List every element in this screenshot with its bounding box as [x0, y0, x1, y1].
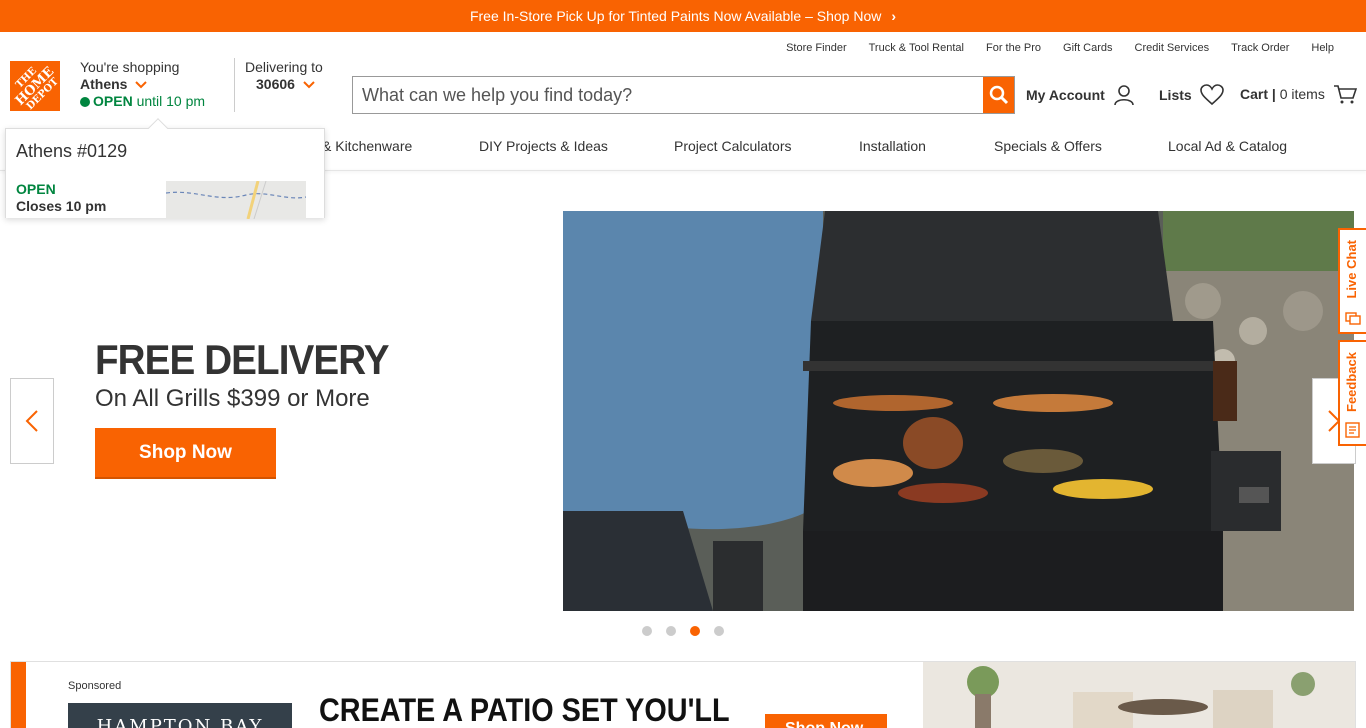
- store-selector[interactable]: You're shopping Athens OPEN until 10 pm: [80, 59, 205, 110]
- open-status-dot: [80, 97, 90, 107]
- carousel-dots: [642, 626, 724, 636]
- header-divider: [234, 58, 235, 112]
- cart-label: Cart |: [1240, 86, 1276, 102]
- patio-set-image[interactable]: [923, 662, 1355, 728]
- home-depot-logo[interactable]: THE HOME DEPOT: [10, 61, 61, 112]
- popover-closing-time: Closes 10 pm: [16, 198, 107, 214]
- grill-hero-image[interactable]: [563, 211, 1354, 611]
- store-label: You're shopping: [80, 59, 180, 75]
- carousel-dot-active[interactable]: [690, 626, 700, 636]
- search-input[interactable]: [353, 77, 983, 113]
- nav-project-calculators[interactable]: Project Calculators: [674, 138, 792, 154]
- delivery-zip-selector[interactable]: Delivering to 30606: [245, 59, 323, 93]
- open-label: OPEN: [93, 93, 133, 109]
- sponsored-headline: CREATE A PATIO SET YOU'LL: [319, 692, 730, 728]
- hero-subtitle: On All Grills $399 or More: [95, 385, 370, 412]
- nav-local-ad[interactable]: Local Ad & Catalog: [1168, 138, 1287, 154]
- util-store-finder[interactable]: Store Finder: [786, 42, 847, 54]
- popover-pointer: [148, 118, 168, 138]
- promo-banner[interactable]: Free In-Store Pick Up for Tinted Paints …: [0, 0, 1366, 32]
- lists-link[interactable]: Lists: [1159, 84, 1224, 106]
- hero-shop-now-button[interactable]: Shop Now: [95, 428, 276, 479]
- hampton-bay-logo: HAMPTON BAY: [68, 703, 292, 728]
- store-hours: until 10 pm: [136, 93, 206, 109]
- popover-store-name[interactable]: Athens #0129: [16, 141, 127, 162]
- live-chat-tab[interactable]: Live Chat: [1338, 228, 1366, 334]
- store-popover: Athens #0129 OPEN Closes 10 pm: [5, 118, 325, 219]
- popover-status: OPEN: [16, 181, 56, 197]
- hero-title: FREE DELIVERY: [95, 336, 390, 383]
- sponsored-accent-bar: [11, 662, 26, 728]
- util-truck-rental[interactable]: Truck & Tool Rental: [869, 42, 964, 54]
- search-button[interactable]: [983, 77, 1014, 113]
- util-help[interactable]: Help: [1311, 42, 1334, 54]
- user-icon: [1114, 85, 1134, 106]
- chat-icon: [1345, 312, 1361, 325]
- chevron-right-icon: ›: [891, 8, 897, 24]
- cart-count: 0 items: [1279, 86, 1325, 102]
- my-account-link[interactable]: My Account: [1026, 84, 1135, 106]
- feedback-form-icon: [1345, 422, 1360, 438]
- nav-specials-offers[interactable]: Specials & Offers: [994, 138, 1102, 154]
- feedback-tab[interactable]: Feedback: [1338, 340, 1366, 446]
- my-account-label: My Account: [1026, 87, 1105, 103]
- heart-icon: [1199, 84, 1224, 106]
- chevron-down-icon[interactable]: [135, 81, 148, 89]
- util-gift-cards[interactable]: Gift Cards: [1063, 42, 1113, 54]
- live-chat-label: Live Chat: [1344, 240, 1359, 299]
- store-city[interactable]: Athens: [80, 76, 127, 92]
- util-track-order[interactable]: Track Order: [1231, 42, 1289, 54]
- lists-label: Lists: [1159, 87, 1192, 103]
- delivery-label: Delivering to: [245, 59, 323, 75]
- carousel-dot[interactable]: [714, 626, 724, 636]
- carousel-dot[interactable]: [642, 626, 652, 636]
- store-map-thumbnail[interactable]: [166, 181, 306, 219]
- chevron-left-icon: [25, 410, 38, 432]
- promo-text[interactable]: Free In-Store Pick Up for Tinted Paints …: [470, 8, 881, 24]
- nav-installation[interactable]: Installation: [859, 138, 926, 154]
- search-icon: [989, 85, 1008, 105]
- nav-kitchenware[interactable]: & Kitchenware: [322, 138, 412, 154]
- cart-icon: [1333, 85, 1357, 104]
- carousel-dot[interactable]: [666, 626, 676, 636]
- search-bar: [352, 76, 1015, 114]
- utility-nav: Store Finder Truck & Tool Rental For the…: [786, 42, 1334, 54]
- sponsored-banner[interactable]: Sponsored HAMPTON BAY CREATE A PATIO SET…: [10, 661, 1356, 728]
- delivery-zip[interactable]: 30606: [245, 76, 295, 92]
- sponsored-tag: Sponsored: [68, 680, 122, 692]
- util-for-the-pro[interactable]: For the Pro: [986, 42, 1041, 54]
- util-credit-services[interactable]: Credit Services: [1135, 42, 1210, 54]
- sponsored-shop-now-button[interactable]: Shop Now: [765, 714, 887, 728]
- feedback-label: Feedback: [1344, 352, 1359, 412]
- logo-text: THE HOME DEPOT: [12, 63, 61, 112]
- chevron-down-icon[interactable]: [303, 81, 315, 89]
- cart-link[interactable]: Cart | 0 items: [1240, 84, 1357, 104]
- nav-diy-projects[interactable]: DIY Projects & Ideas: [479, 138, 608, 154]
- carousel-prev-button[interactable]: [10, 378, 54, 464]
